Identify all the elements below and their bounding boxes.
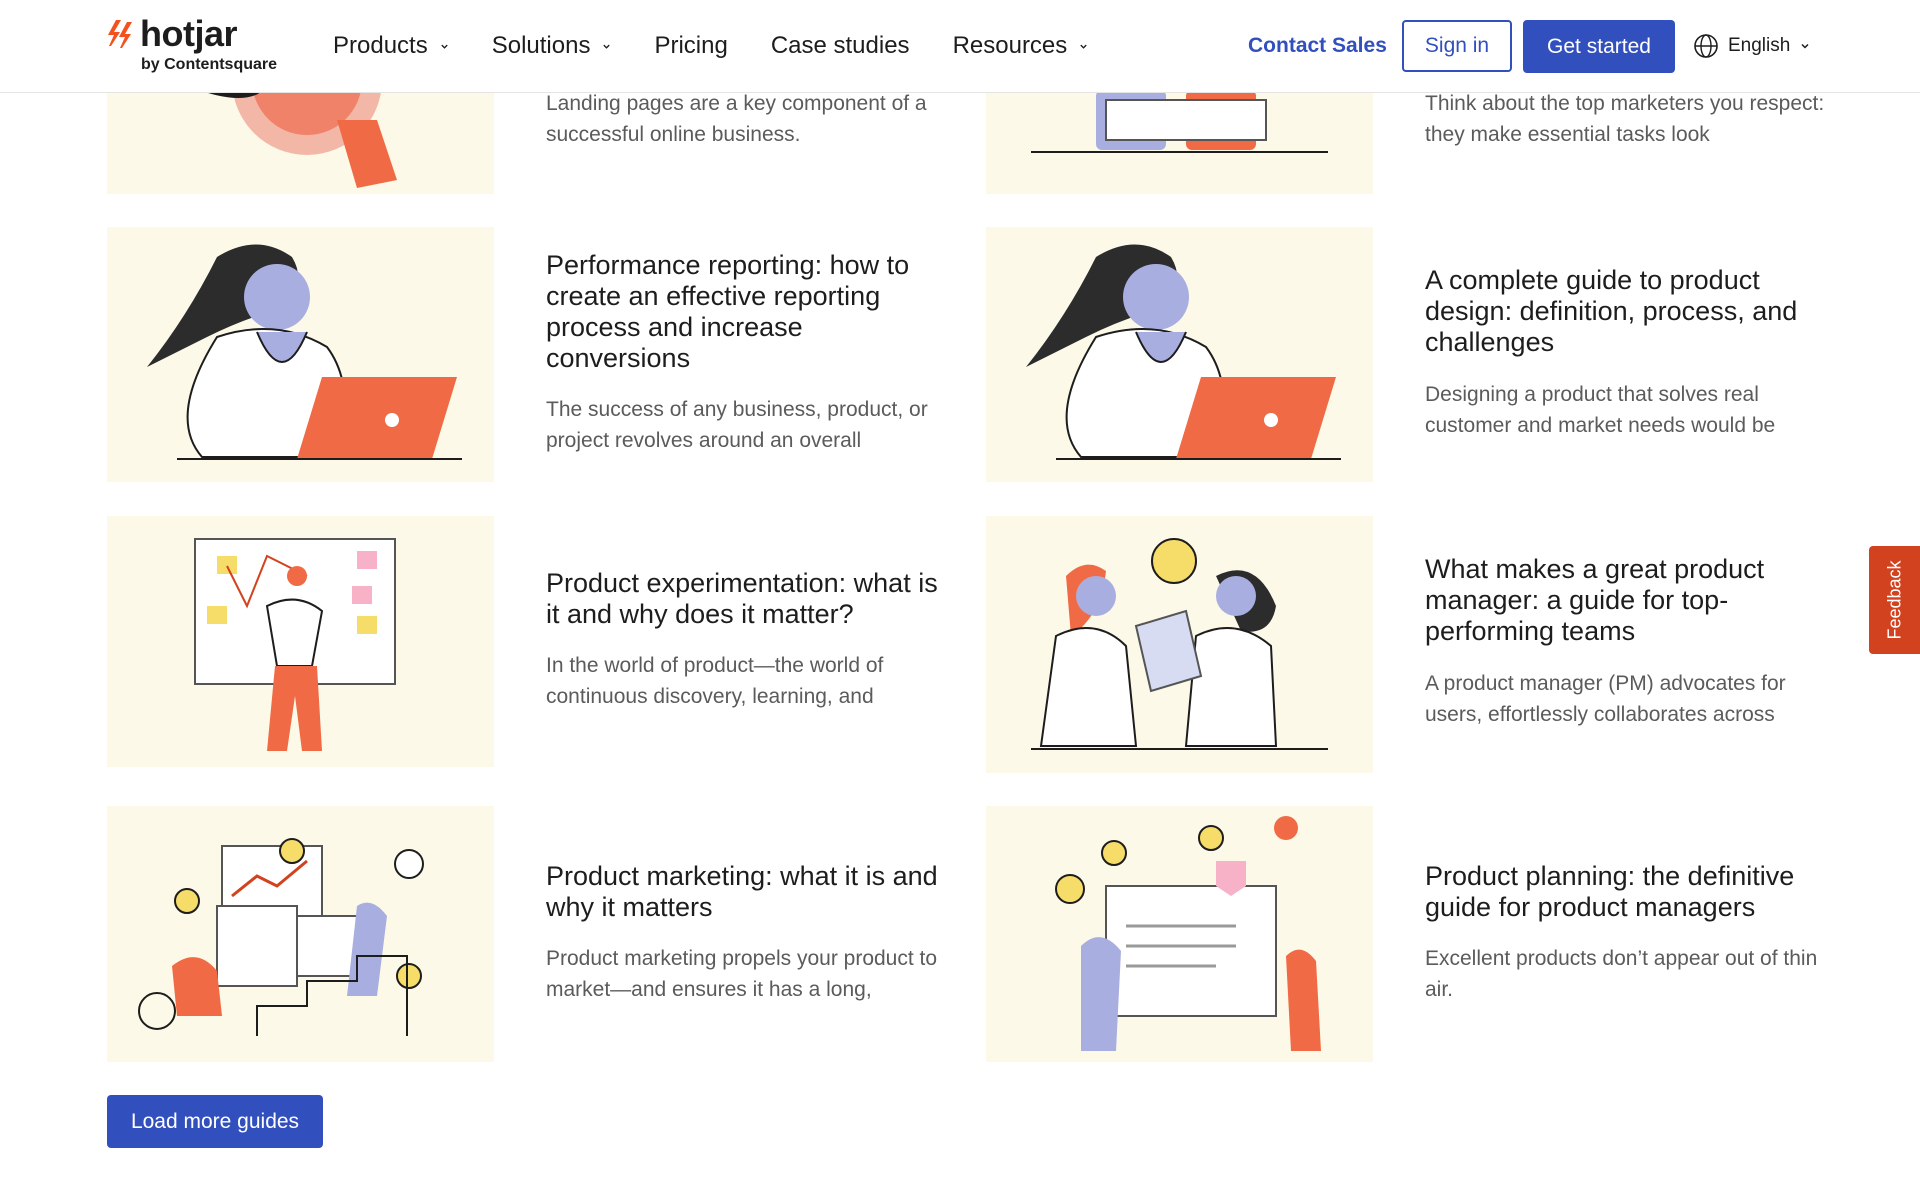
- nav-pricing[interactable]: Pricing: [654, 32, 727, 60]
- contact-sales-link[interactable]: Contact Sales: [1248, 30, 1387, 62]
- guide-image-product-experimentation[interactable]: [107, 516, 494, 767]
- feedback-label: Feedback: [1884, 560, 1904, 640]
- guide-title[interactable]: Product planning: the definitive guide f…: [1425, 861, 1825, 923]
- guide-image-performance-reporting[interactable]: [107, 227, 494, 482]
- guide-desc: Excellent products don’t appear out of t…: [1425, 947, 1818, 1001]
- sign-in-button[interactable]: Sign in: [1402, 20, 1512, 72]
- chevron-down-icon: [1080, 44, 1087, 49]
- guide-title[interactable]: What makes a great product manager: a gu…: [1425, 554, 1825, 647]
- guide-image-product-design[interactable]: [986, 227, 1373, 482]
- guide-title[interactable]: A complete guide to product design: defi…: [1425, 265, 1825, 358]
- get-started-button[interactable]: Get started: [1523, 20, 1675, 73]
- feedback-tab[interactable]: Feedback: [1869, 546, 1920, 654]
- hotjar-logo[interactable]: hotjar by Contentsquare: [107, 14, 287, 78]
- guide-desc: A product manager (PM) advocates for use…: [1425, 672, 1786, 726]
- guide-desc: Product marketing propels your product t…: [546, 947, 938, 1001]
- guide-title[interactable]: Product experimentation: what is it and …: [546, 568, 946, 630]
- guide-image-product-marketing[interactable]: [107, 806, 494, 1062]
- chevron-down-icon: [603, 44, 611, 49]
- nav-label: Products: [333, 32, 428, 59]
- guide-image-product-manager[interactable]: [986, 516, 1373, 773]
- nav-products[interactable]: Products: [333, 32, 449, 60]
- guide-image-product-planning[interactable]: [986, 806, 1373, 1062]
- nav-label: Solutions: [491, 32, 591, 59]
- nav-label: Resources: [952, 32, 1068, 59]
- language-selector[interactable]: English: [1693, 33, 1810, 59]
- site-header: hotjar by Contentsquare Products Solutio…: [0, 0, 1920, 93]
- hotjar-flame-icon: [108, 20, 132, 48]
- guide-desc: Designing a product that solves real cus…: [1425, 383, 1776, 437]
- guide-desc: Think about the top marketers you respec…: [1425, 92, 1825, 146]
- guide-desc: The success of any business, product, or…: [546, 398, 928, 452]
- main-nav: Products Solutions Pricing Case studies …: [333, 0, 1131, 92]
- load-more-guides-button[interactable]: Load more guides: [107, 1095, 323, 1148]
- nav-solutions[interactable]: Solutions: [492, 32, 612, 60]
- brand-name: hotjar: [140, 13, 238, 54]
- brand-subtitle: by Contentsquare: [141, 56, 278, 73]
- nav-resources[interactable]: Resources: [953, 32, 1089, 60]
- language-label: English: [1728, 35, 1791, 56]
- guide-desc: In the world of product—the world of con…: [546, 654, 884, 708]
- guide-title[interactable]: Product marketing: what it is and why it…: [546, 861, 946, 923]
- globe-icon: [1694, 34, 1718, 58]
- nav-label: Case studies: [770, 32, 910, 59]
- nav-case-studies[interactable]: Case studies: [771, 32, 910, 60]
- guide-desc: Landing pages are a key component of a s…: [546, 92, 927, 146]
- chevron-down-icon: [441, 44, 448, 49]
- chevron-down-icon: [1801, 43, 1809, 49]
- nav-label: Pricing: [654, 32, 728, 59]
- guide-title[interactable]: Performance reporting: how to create an …: [546, 250, 946, 374]
